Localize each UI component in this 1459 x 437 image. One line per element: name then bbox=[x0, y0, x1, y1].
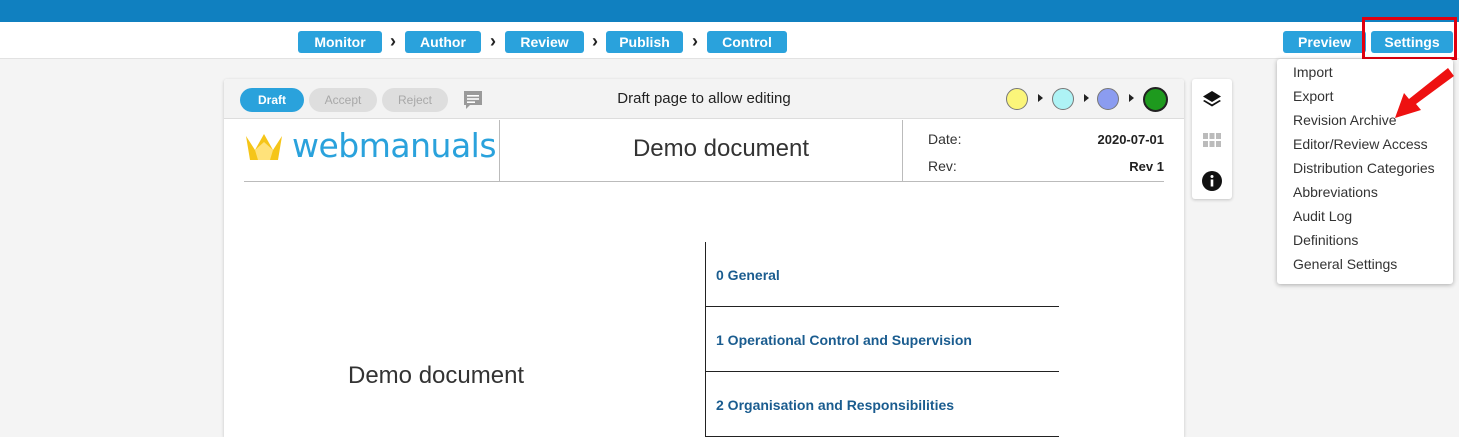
menu-item-editor-review-access[interactable]: Editor/Review Access bbox=[1293, 134, 1428, 154]
menu-item-distribution-categories[interactable]: Distribution Categories bbox=[1293, 158, 1435, 178]
toc-row: 1 Operational Control and Supervision bbox=[706, 307, 1059, 372]
toc-row: 0 General bbox=[706, 242, 1059, 307]
workflow-step-publish[interactable]: Publish bbox=[606, 31, 683, 53]
document-header: webmanuals Demo document Date: 2020-07-0… bbox=[244, 120, 1164, 182]
stage-circle-published bbox=[1143, 87, 1168, 112]
chevron-right-icon: › bbox=[692, 31, 698, 51]
stage-arrow-icon bbox=[1038, 94, 1043, 102]
workflow-navbar: Monitor › Author › Review › Publish › Co… bbox=[0, 22, 1459, 59]
menu-item-definitions[interactable]: Definitions bbox=[1293, 230, 1358, 250]
document-card: Draft Accept Reject Draft page to allow … bbox=[224, 79, 1184, 437]
stage-circle-approve bbox=[1097, 88, 1119, 110]
menu-item-export[interactable]: Export bbox=[1293, 86, 1333, 106]
header-divider bbox=[499, 120, 500, 181]
rev-value: Rev 1 bbox=[1129, 159, 1164, 174]
chevron-right-icon: › bbox=[490, 31, 496, 51]
chevron-right-icon: › bbox=[390, 31, 396, 51]
layers-icon[interactable] bbox=[1201, 89, 1223, 111]
red-arrow-annotation-icon bbox=[1395, 68, 1454, 118]
menu-item-abbreviations[interactable]: Abbreviations bbox=[1293, 182, 1378, 202]
stage-circle-review bbox=[1052, 88, 1074, 110]
draft-status-text: Draft page to allow editing bbox=[617, 90, 791, 107]
draft-button[interactable]: Draft bbox=[240, 88, 304, 112]
stage-arrow-icon bbox=[1129, 94, 1134, 102]
menu-item-audit-log[interactable]: Audit Log bbox=[1293, 206, 1352, 226]
document-toolbar: Draft Accept Reject Draft page to allow … bbox=[224, 79, 1184, 119]
menu-item-import[interactable]: Import bbox=[1293, 62, 1333, 82]
stage-circle-draft bbox=[1006, 88, 1028, 110]
table-of-contents: 0 General 1 Operational Control and Supe… bbox=[705, 242, 1059, 437]
date-label: Date: bbox=[928, 131, 962, 147]
workflow-step-monitor[interactable]: Monitor bbox=[298, 31, 382, 53]
document-title: Demo document bbox=[632, 135, 810, 162]
toc-row: 2 Organisation and Responsibilities bbox=[706, 372, 1059, 437]
grid-icon[interactable] bbox=[1203, 133, 1221, 147]
toc-link-organisation[interactable]: 2 Organisation and Responsibilities bbox=[716, 397, 954, 413]
toc-link-operational-control[interactable]: 1 Operational Control and Supervision bbox=[716, 332, 972, 348]
settings-highlight-box bbox=[1362, 17, 1457, 60]
crown-logo-icon bbox=[246, 134, 282, 160]
menu-item-revision-archive[interactable]: Revision Archive bbox=[1293, 110, 1397, 130]
rev-label: Rev: bbox=[928, 158, 957, 174]
stage-arrow-icon bbox=[1084, 94, 1089, 102]
side-toolbar bbox=[1192, 79, 1232, 199]
workflow-step-review[interactable]: Review bbox=[505, 31, 584, 53]
webmanuals-logo: webmanuals bbox=[292, 126, 497, 165]
chevron-right-icon: › bbox=[592, 31, 598, 51]
workflow-step-control[interactable]: Control bbox=[707, 31, 787, 53]
cover-title: Demo document bbox=[348, 362, 525, 389]
comment-icon[interactable] bbox=[462, 90, 484, 110]
date-value: 2020-07-01 bbox=[1097, 132, 1165, 147]
reject-button[interactable]: Reject bbox=[382, 88, 448, 112]
menu-item-general-settings[interactable]: General Settings bbox=[1293, 254, 1397, 274]
workflow-step-author[interactable]: Author bbox=[405, 31, 481, 53]
header-divider bbox=[902, 120, 903, 181]
preview-button[interactable]: Preview bbox=[1283, 31, 1366, 53]
app-top-bar bbox=[0, 0, 1459, 22]
accept-button[interactable]: Accept bbox=[309, 88, 377, 112]
info-icon[interactable] bbox=[1201, 170, 1223, 192]
toc-link-general[interactable]: 0 General bbox=[716, 267, 780, 283]
